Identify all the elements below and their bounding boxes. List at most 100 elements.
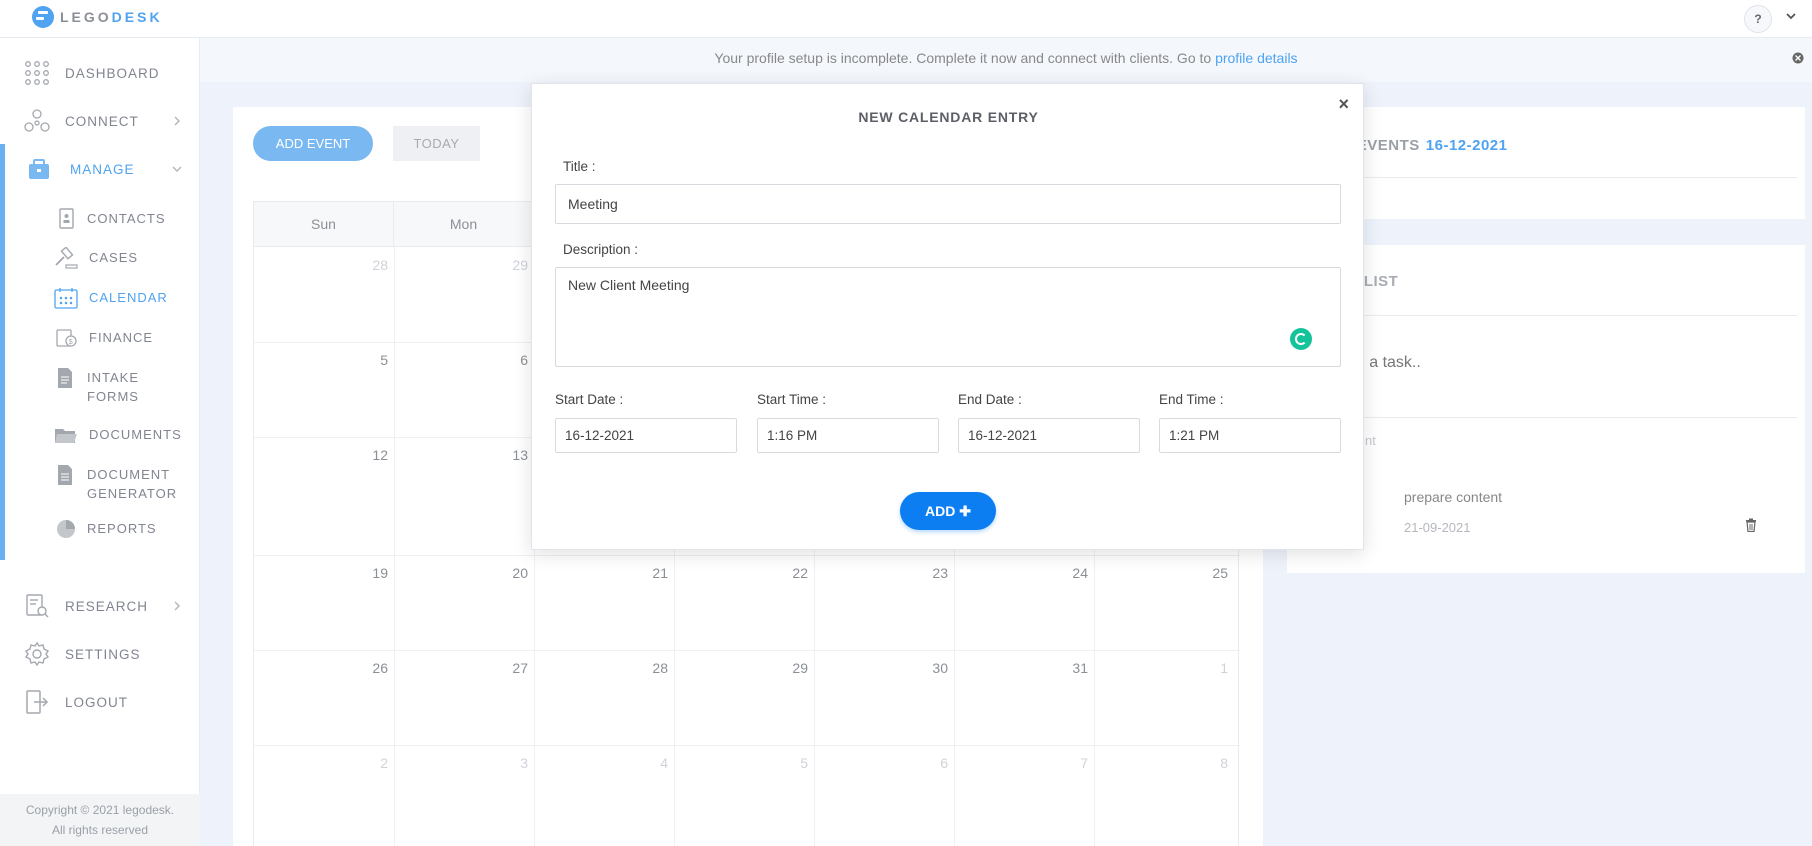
sidebar-item-contacts[interactable]: CONTACTS — [0, 204, 200, 234]
calendar-day[interactable]: 4 — [534, 755, 674, 771]
sidebar-item-documents[interactable]: DOCUMENTS — [0, 420, 200, 450]
calendar-day[interactable]: 22 — [674, 565, 814, 581]
title-input[interactable]: Meeting — [555, 184, 1341, 224]
sidebar-item-research[interactable]: RESEARCH — [0, 586, 200, 626]
calendar-day[interactable]: 6 — [394, 352, 534, 368]
calendar-icon — [54, 288, 78, 309]
calendar-row-divider — [254, 555, 1240, 556]
logout-icon — [26, 690, 49, 714]
document-icon — [58, 465, 72, 485]
sidebar-item-manage[interactable]: MANAGE — [0, 149, 200, 189]
sidebar-sub-label: FINANCE — [89, 330, 154, 345]
calendar-day[interactable]: 28 — [254, 257, 394, 273]
calendar-day[interactable]: 20 — [394, 565, 534, 581]
sidebar: DASHBOARD CONNECT MANAGE CONTACTS CASES … — [0, 38, 200, 846]
sidebar-item-reports[interactable]: REPORTS — [0, 514, 200, 544]
sidebar-item-dashboard[interactable]: DASHBOARD — [0, 53, 200, 93]
svg-text:$: $ — [69, 339, 73, 346]
calendar-day[interactable]: 28 — [534, 660, 674, 676]
calendar-day[interactable]: 8 — [1094, 755, 1234, 771]
plus-icon: ✚ — [959, 503, 971, 519]
close-icon[interactable] — [1792, 52, 1804, 64]
calendar-day[interactable]: 29 — [674, 660, 814, 676]
new-calendar-entry-modal: NEW CALENDAR ENTRY × Title : Meeting Des… — [531, 83, 1364, 550]
top-bar: LEGODESK ? — [0, 0, 1812, 38]
end-time-input[interactable]: 1:21 PM — [1159, 418, 1341, 453]
calendar-day[interactable]: 30 — [814, 660, 954, 676]
description-label: Description : — [563, 242, 639, 257]
end-time-label: End Time : — [1159, 392, 1224, 407]
gear-icon — [24, 641, 50, 667]
form-icon — [58, 368, 72, 388]
task-date: 21-09-2021 — [1404, 520, 1471, 535]
calendar-row-divider — [254, 745, 1240, 746]
todo-list-panel: O LIST dd a task.. nt prepare content 21… — [1287, 245, 1805, 573]
calendar-day[interactable]: 6 — [814, 755, 954, 771]
calendar-day[interactable]: 12 — [254, 447, 394, 463]
sidebar-sub-label: DOCUMENTS — [89, 427, 182, 442]
sidebar-sub-label: REPORTS — [87, 521, 157, 536]
profile-incomplete-banner: Your profile setup is incomplete. Comple… — [200, 38, 1812, 82]
sidebar-item-intake-forms[interactable]: INTAKE FORMS — [0, 363, 200, 407]
sidebar-item-label: CONNECT — [65, 113, 139, 129]
calendar-day[interactable]: 3 — [394, 755, 534, 771]
sidebar-item-label: MANAGE — [70, 161, 135, 177]
sidebar-sub-label-line2: GENERATOR — [87, 486, 178, 501]
events-date: 16-12-2021 — [1425, 137, 1508, 154]
logo-icon — [32, 6, 54, 28]
modal-close-button[interactable]: × — [1338, 94, 1349, 115]
calendar-day[interactable]: 19 — [254, 565, 394, 581]
calendar-day[interactable]: 27 — [394, 660, 534, 676]
calendar-day[interactable]: 29 — [394, 257, 534, 273]
sidebar-item-logout[interactable]: LOGOUT — [0, 682, 200, 722]
sidebar-sub-label: DOCUMENT — [87, 467, 171, 482]
calendar-day[interactable]: 24 — [954, 565, 1094, 581]
sidebar-sub-label-line2: FORMS — [87, 389, 139, 404]
end-date-input[interactable]: 16-12-2021 — [958, 418, 1140, 453]
add-button[interactable]: ADD ✚ — [900, 492, 996, 530]
title-label: Title : — [563, 159, 596, 174]
gavel-icon — [55, 247, 78, 269]
calendar-day[interactable]: 26 — [254, 660, 394, 676]
sidebar-item-finance[interactable]: $ FINANCE — [0, 323, 200, 353]
pending-label: nt — [1365, 433, 1376, 448]
description-value: New Client Meeting — [568, 277, 690, 293]
calendar-day[interactable]: 7 — [954, 755, 1094, 771]
weekday-sun: Sun — [254, 202, 394, 247]
research-icon — [26, 594, 49, 618]
calendar-day[interactable]: 2 — [254, 755, 394, 771]
calendar-day[interactable]: 5 — [254, 352, 394, 368]
chevron-down-icon[interactable] — [1786, 11, 1796, 21]
description-textarea[interactable]: New Client Meeting — [555, 267, 1341, 367]
add-event-button[interactable]: ADD EVENT — [253, 126, 373, 161]
end-date-label: End Date : — [958, 392, 1022, 407]
logo[interactable]: LEGODESK — [32, 6, 163, 28]
sidebar-item-document-generator[interactable]: DOCUMENT GENERATOR — [0, 460, 200, 504]
calendar-day[interactable]: 23 — [814, 565, 954, 581]
calendar-day[interactable]: 1 — [1094, 660, 1234, 676]
calendar-day[interactable]: 31 — [954, 660, 1094, 676]
sidebar-item-label: LOGOUT — [65, 694, 129, 710]
sidebar-item-cases[interactable]: CASES — [0, 243, 200, 273]
profile-details-link[interactable]: profile details — [1215, 50, 1298, 66]
trash-icon[interactable] — [1745, 518, 1757, 532]
grammarly-icon[interactable] — [1290, 328, 1312, 350]
calendar-day[interactable]: 13 — [394, 447, 534, 463]
start-date-input[interactable]: 16-12-2021 — [555, 418, 737, 453]
sidebar-item-connect[interactable]: CONNECT — [0, 101, 200, 141]
help-button[interactable]: ? — [1744, 5, 1772, 33]
start-date-label: Start Date : — [555, 392, 624, 407]
task-title: prepare content — [1404, 489, 1503, 505]
calendar-day[interactable]: 5 — [674, 755, 814, 771]
sidebar-item-calendar[interactable]: CALENDAR — [0, 283, 200, 313]
sidebar-item-settings[interactable]: SETTINGS — [0, 634, 200, 674]
sidebar-sub-label: CALENDAR — [89, 290, 168, 305]
today-button[interactable]: TODAY — [393, 126, 480, 161]
calendar-day[interactable]: 25 — [1094, 565, 1234, 581]
chevron-right-icon — [174, 601, 180, 611]
sidebar-sub-label: CASES — [89, 250, 139, 265]
calendar-day[interactable]: 21 — [534, 565, 674, 581]
copyright: Copyright © 2021 legodesk. All rights re… — [0, 794, 200, 846]
start-time-input[interactable]: 1:16 PM — [757, 418, 939, 453]
logo-text: LEGODESK — [60, 9, 163, 25]
